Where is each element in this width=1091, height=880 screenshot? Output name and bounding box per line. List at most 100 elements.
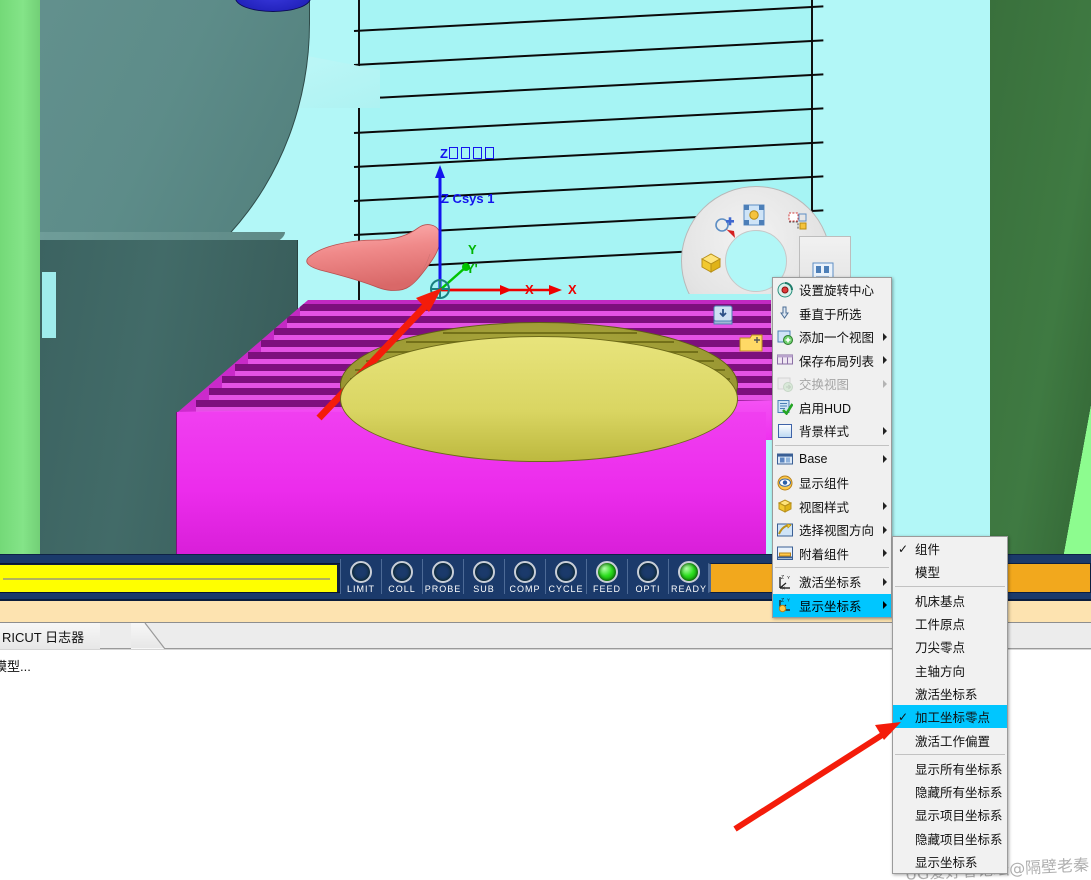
csys-label-y: Y bbox=[468, 242, 477, 257]
context-menu-item-5[interactable]: 启用HUD bbox=[773, 396, 891, 420]
slat-line bbox=[353, 141, 824, 168]
submenu-item-label: 加工坐标零点 bbox=[915, 711, 991, 726]
lamp-indicator-icon bbox=[473, 561, 495, 583]
rotation-center-icon bbox=[777, 281, 793, 298]
view-context-menu[interactable]: 设置旋转中心 垂直于所选 添加一个视图 保存布局列表 交换视图 启用HUD 背景样式 Base… bbox=[772, 277, 892, 618]
workpiece-shoe-last[interactable] bbox=[306, 222, 448, 294]
slat-line bbox=[353, 73, 824, 100]
submenu-item-2[interactable]: 机床基点 bbox=[893, 589, 1007, 612]
submenu-item-3[interactable]: 工件原点 bbox=[893, 612, 1007, 635]
submenu-item-4[interactable]: 刀尖零点 bbox=[893, 635, 1007, 658]
tab-vericut-log[interactable]: RICUT 日志器 bbox=[0, 623, 101, 649]
context-menu-item-11[interactable]: 附着组件 bbox=[773, 542, 891, 566]
context-menu-item-8[interactable]: 显示组件 bbox=[773, 471, 891, 495]
status-lamp-opti[interactable]: OPTI bbox=[627, 559, 668, 594]
status-lamp-feed[interactable]: FEED bbox=[586, 559, 627, 594]
active-csys-icon: ZY X bbox=[777, 574, 793, 590]
submenu-arrow-icon bbox=[883, 356, 887, 365]
submenu-separator bbox=[895, 753, 1005, 755]
submenu-arrow-icon bbox=[883, 549, 887, 558]
submenu-item-10[interactable]: 隐藏所有坐标系 bbox=[893, 780, 1007, 803]
context-menu-item-9[interactable]: 视图样式 bbox=[773, 495, 891, 519]
log-line: 模型... bbox=[0, 659, 31, 674]
rotary-table-edge bbox=[340, 336, 738, 462]
add-view-icon bbox=[777, 329, 793, 345]
context-menu-item-3[interactable]: 保存布局列表 bbox=[773, 349, 891, 373]
lamp-label: FEED bbox=[592, 584, 621, 594]
context-menu-separator bbox=[775, 444, 889, 446]
lamp-label: LIMIT bbox=[346, 584, 375, 594]
lamp-indicator-icon bbox=[678, 561, 700, 583]
status-lamp-limit[interactable]: LIMIT bbox=[340, 559, 381, 594]
submenu-item-label: 模型 bbox=[915, 566, 941, 581]
submenu-item-1[interactable]: 模型 bbox=[893, 560, 1007, 583]
context-menu-item-12[interactable]: Z Y X 激活坐标系 bbox=[773, 570, 891, 594]
pan-icon[interactable] bbox=[714, 217, 736, 239]
scene-right-wall-light bbox=[990, 0, 1091, 554]
base-icon bbox=[777, 451, 793, 467]
fit-view-icon[interactable] bbox=[743, 204, 765, 226]
lamp-label: PROBE bbox=[424, 584, 462, 594]
submenu-item-8[interactable]: 激活工作偏置 bbox=[893, 728, 1007, 751]
submenu-item-label: 组件 bbox=[915, 543, 941, 558]
submenu-item-9[interactable]: 显示所有坐标系 bbox=[893, 757, 1007, 780]
tab-label: RICUT 日志器 bbox=[2, 629, 85, 645]
3d-viewport[interactable]: Z Z Csys 1 Y Y' X X bbox=[0, 0, 1091, 554]
status-lamp-probe[interactable]: PROBE bbox=[422, 559, 463, 594]
context-menu-item-label: 选择视图方向 bbox=[799, 524, 875, 539]
show-csys-submenu[interactable]: ✓ 组件 模型 机床基点 工件原点 刀尖零点 主轴方向 激活坐标系 ✓ 加工坐标零点 激活工作偏置显… bbox=[892, 536, 1008, 875]
context-menu-item-6[interactable]: 背景样式 bbox=[773, 419, 891, 443]
submenu-item-label: 刀尖零点 bbox=[915, 641, 966, 656]
context-menu-item-label: 设置旋转中心 bbox=[799, 284, 875, 299]
submenu-item-0[interactable]: ✓ 组件 bbox=[893, 537, 1007, 560]
slat-line bbox=[353, 39, 824, 66]
status-lamp-comp[interactable]: COMP bbox=[504, 559, 545, 594]
submenu-item-7[interactable]: ✓ 加工坐标零点 bbox=[893, 705, 1007, 729]
submenu-separator bbox=[895, 585, 1005, 587]
status-lamp-ready[interactable]: READY bbox=[668, 559, 709, 594]
submenu-arrow-icon bbox=[883, 426, 887, 435]
submenu-item-label: 激活工作偏置 bbox=[915, 734, 991, 749]
svg-text:Y: Y bbox=[787, 575, 790, 580]
context-menu-item-0[interactable]: 设置旋转中心 bbox=[773, 278, 891, 302]
submenu-item-6[interactable]: 激活坐标系 bbox=[893, 682, 1007, 705]
submenu-item-label: 主轴方向 bbox=[915, 664, 966, 679]
svg-text:Y: Y bbox=[787, 598, 790, 603]
context-menu-item-label: 视图样式 bbox=[799, 500, 850, 515]
submenu-item-label: 工件原点 bbox=[915, 618, 966, 633]
status-lamp-cycle[interactable]: CYCLE bbox=[545, 559, 586, 594]
context-menu-item-10[interactable]: 选择视图方向 bbox=[773, 518, 891, 542]
submenu-item-11[interactable]: 显示项目坐标系 bbox=[893, 803, 1007, 826]
context-menu-item-7[interactable]: Base bbox=[773, 448, 891, 472]
lamp-indicator-icon bbox=[555, 561, 577, 583]
submenu-item-13[interactable]: 显示坐标系 bbox=[893, 850, 1007, 873]
lamp-label: COLL bbox=[388, 584, 416, 594]
context-menu-item-1[interactable]: 垂直于所选 bbox=[773, 302, 891, 326]
lamp-indicator-icon bbox=[350, 561, 372, 583]
swap-view-icon bbox=[777, 376, 793, 392]
submenu-arrow-icon bbox=[883, 525, 887, 534]
zoom-region-icon[interactable] bbox=[788, 212, 808, 232]
machine-enclosure-gap bbox=[42, 272, 56, 338]
lamp-indicator-icon bbox=[637, 561, 659, 583]
app-root: Z Z Csys 1 Y Y' X X LIMIT COLL PROBE SUB… bbox=[0, 0, 1091, 880]
status-lamp-group: LIMIT COLL PROBE SUB COMP CYCLE FEED OPTI READY bbox=[340, 559, 709, 599]
submenu-arrow-icon bbox=[883, 455, 887, 464]
context-menu-item-13[interactable]: Z Y 显示坐标系 bbox=[773, 593, 891, 617]
submenu-item-12[interactable]: 隐藏项目坐标系 bbox=[893, 827, 1007, 850]
context-menu-item-label: 保存布局列表 bbox=[799, 354, 875, 369]
save-view-icon[interactable] bbox=[738, 332, 764, 354]
context-menu-item-2[interactable]: 添加一个视图 bbox=[773, 325, 891, 349]
context-menu-item-label: 显示组件 bbox=[799, 477, 850, 492]
progress-bar-track-line bbox=[3, 578, 330, 580]
submenu-item-5[interactable]: 主轴方向 bbox=[893, 658, 1007, 681]
view-style-box-icon[interactable] bbox=[699, 252, 723, 274]
view-direction-icon bbox=[777, 522, 793, 538]
save-layout-icon bbox=[777, 352, 793, 368]
restore-view-icon[interactable] bbox=[711, 303, 735, 327]
status-lamp-sub[interactable]: SUB bbox=[463, 559, 504, 594]
status-lamp-coll[interactable]: COLL bbox=[381, 559, 422, 594]
submenu-item-label: 显示项目坐标系 bbox=[915, 809, 1003, 824]
background-icon bbox=[777, 423, 793, 439]
submenu-item-label: 显示所有坐标系 bbox=[915, 762, 1003, 777]
